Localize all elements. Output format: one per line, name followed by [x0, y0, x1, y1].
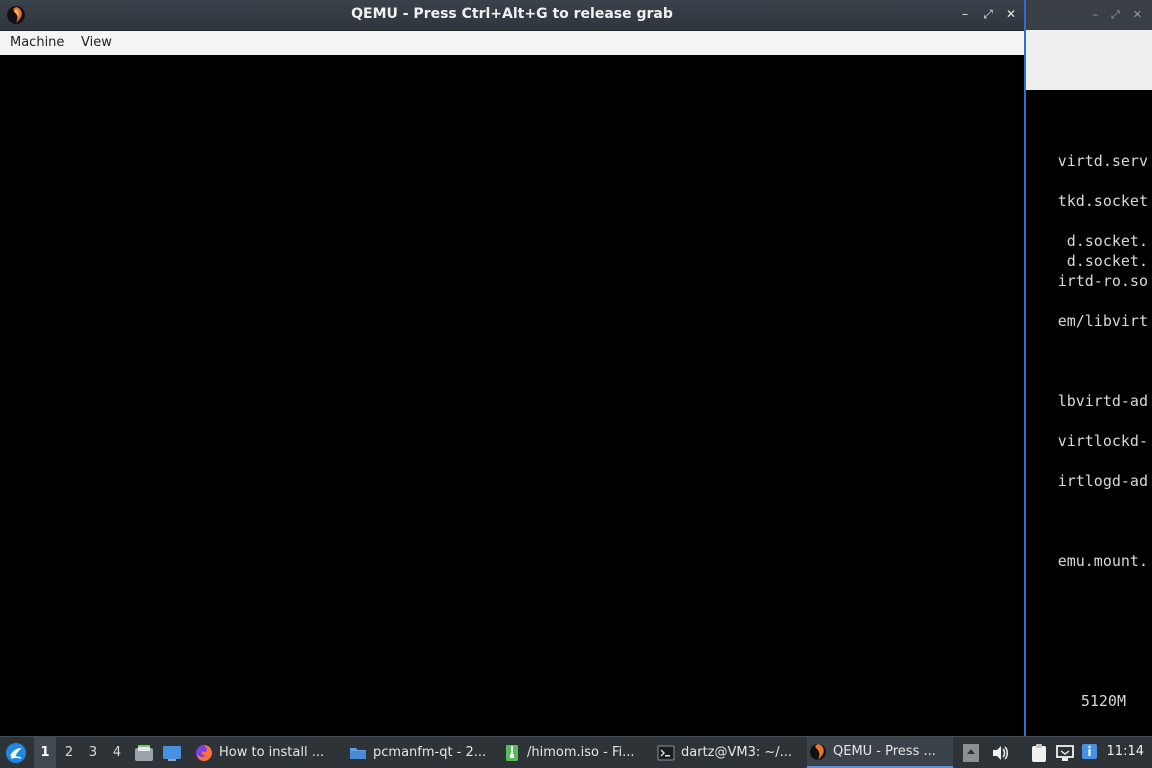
firefox-icon: [196, 744, 212, 761]
terminal-icon: [657, 745, 675, 760]
background-window-titlebar[interactable]: – ⤢ ✕: [1026, 0, 1152, 30]
desktop-icon: [163, 745, 181, 761]
tray-expand-icon[interactable]: [962, 743, 980, 763]
desktop-4-button[interactable]: 4: [106, 737, 128, 768]
terminal-line: d.socket.: [1066, 252, 1148, 270]
terminal-line: 5120M: [1080, 692, 1126, 710]
terminal-line: irtd-ro.so: [1057, 272, 1148, 290]
terminal-line: irtlogd-ad: [1057, 472, 1148, 490]
clock[interactable]: 11:14: [1107, 744, 1144, 759]
window-controls[interactable]: – ⤢ ✕: [958, 7, 1018, 21]
background-minimize-icon[interactable]: –: [1092, 8, 1098, 22]
lubuntu-logo-icon: [6, 742, 26, 763]
network-icon[interactable]: [1055, 743, 1075, 763]
close-button[interactable]: ✕: [1004, 7, 1018, 21]
terminal-line: emu.mount.: [1057, 552, 1148, 570]
terminal-line: virtd.serv: [1057, 152, 1148, 170]
background-terminal-window[interactable]: – ⤢ ✕ virtd.serv tkd.socket d.socket. d.…: [1026, 0, 1152, 736]
start-menu-button[interactable]: [4, 737, 28, 768]
desktop-3-button[interactable]: 3: [82, 737, 104, 768]
task-firefox[interactable]: How to install ...: [193, 737, 341, 768]
terminal-line: virtlockd-: [1057, 432, 1148, 450]
task-label: pcmanfm-qt - 2...: [373, 745, 487, 760]
archive-icon: [506, 744, 518, 761]
files-icon: [135, 744, 153, 761]
vm-display[interactable]: [0, 55, 1024, 736]
task-label: QEMU - Press ...: [833, 744, 936, 759]
desktop-1-button[interactable]: 1: [34, 737, 56, 768]
task-archive[interactable]: /himom.iso - Fi...: [501, 737, 649, 768]
background-terminal-output[interactable]: virtd.serv tkd.socket d.socket. d.socket…: [1026, 90, 1152, 736]
desktop-2-button[interactable]: 2: [58, 737, 80, 768]
maximize-button[interactable]: ⤢: [981, 7, 995, 21]
task-qemu[interactable]: QEMU - Press ...: [807, 737, 953, 768]
terminal-line: tkd.socket: [1057, 192, 1148, 210]
background-window-toolbar: [1026, 30, 1152, 91]
task-terminal[interactable]: dartz@VM3: ~/...: [655, 737, 803, 768]
taskbar: 1 2 3 4 How to install ... pcmanfm-qt - …: [0, 736, 1152, 768]
background-close-icon[interactable]: ✕: [1133, 8, 1142, 22]
folder-icon: [350, 747, 366, 759]
show-desktop-button[interactable]: [161, 737, 183, 768]
volume-icon[interactable]: [990, 743, 1010, 763]
task-label: /himom.iso - Fi...: [527, 745, 635, 760]
terminal-line: lbvirtd-ad: [1057, 392, 1148, 410]
task-label: dartz@VM3: ~/...: [681, 745, 793, 760]
minimize-button[interactable]: –: [958, 7, 972, 21]
menu-view[interactable]: View: [81, 35, 112, 50]
task-label: How to install ...: [219, 745, 325, 760]
window-title: QEMU - Press Ctrl+Alt+G to release grab: [351, 6, 673, 22]
file-manager-launcher[interactable]: [133, 737, 155, 768]
menu-machine[interactable]: Machine: [10, 35, 64, 50]
qemu-titlebar[interactable]: QEMU - Press Ctrl+Alt+G to release grab …: [0, 0, 1024, 31]
terminal-line: d.socket.: [1066, 232, 1148, 250]
clipboard-icon[interactable]: [1029, 743, 1049, 763]
terminal-line: em/libvirt: [1057, 312, 1148, 330]
background-maximize-icon[interactable]: ⤢: [1111, 8, 1120, 22]
background-window-controls[interactable]: – ⤢ ✕: [1092, 8, 1142, 22]
qemu-window[interactable]: QEMU - Press Ctrl+Alt+G to release grab …: [0, 0, 1026, 736]
notification-info-icon[interactable]: [1081, 743, 1101, 763]
task-pcmanfm[interactable]: pcmanfm-qt - 2...: [347, 737, 497, 768]
menu-bar: Machine View: [0, 31, 1024, 56]
qemu-icon: [810, 743, 826, 760]
